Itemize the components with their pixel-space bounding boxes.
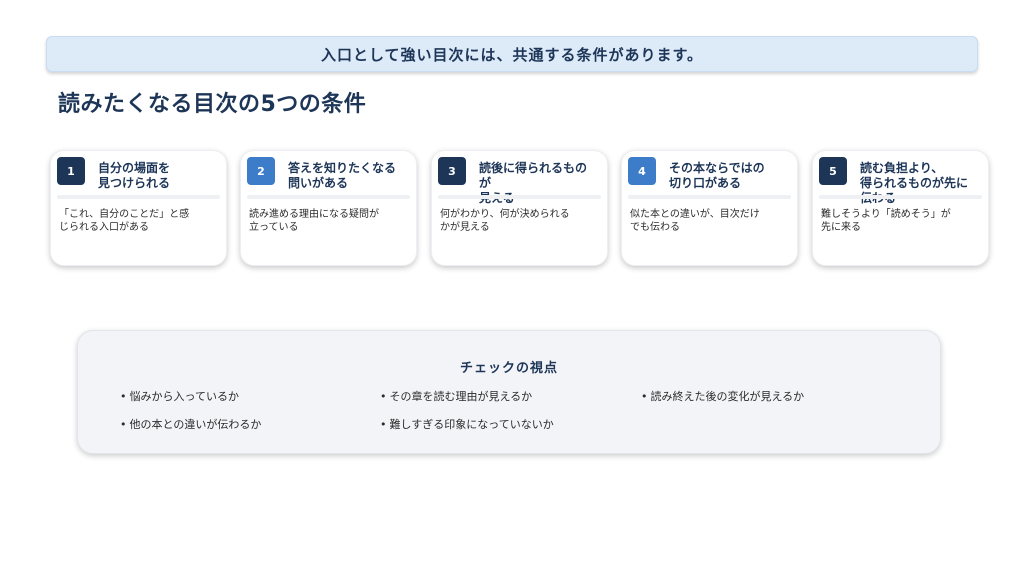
card-divider xyxy=(628,195,791,199)
check-list-item: • 読み終えた後の変化が見えるか xyxy=(641,390,804,404)
card-divider xyxy=(819,195,982,199)
card-divider xyxy=(438,195,601,199)
card-number-badge: 2 xyxy=(247,157,275,185)
card-number-badge: 1 xyxy=(57,157,85,185)
condition-card-2: 2 答えを知りたくなる 問いがある 読み進める理由になる疑問が 立っている xyxy=(240,150,417,266)
check-panel-title: チェックの視点 xyxy=(459,361,558,376)
card-description: 読み進める理由になる疑問が 立っている xyxy=(249,209,379,233)
check-list-item: • 悩みから入っているか xyxy=(120,390,239,404)
bullet-icon: • xyxy=(120,418,127,431)
check-item-text: 読み終えた後の変化が見えるか xyxy=(650,390,805,403)
card-number-badge: 5 xyxy=(819,157,847,185)
check-item-text: 難しすぎる印象になっていないか xyxy=(389,418,554,431)
card-description: 難しそうより「読めそう」が 先に来る xyxy=(821,209,951,233)
bullet-icon: • xyxy=(380,418,387,431)
check-list-item: • 難しすぎる印象になっていないか xyxy=(380,418,554,432)
bullet-icon: • xyxy=(120,390,127,403)
condition-cards: 1 自分の場面を 見つけられる 「これ、自分のことだ」と感 じられる入口がある … xyxy=(50,150,990,266)
card-description: 似た本との違いが、目次だけ でも伝わる xyxy=(630,209,760,233)
card-number-badge: 3 xyxy=(438,157,466,185)
condition-card-1: 1 自分の場面を 見つけられる 「これ、自分のことだ」と感 じられる入口がある xyxy=(50,150,227,266)
check-item-text: その章を読む理由が見えるか xyxy=(389,390,533,403)
banner-text: 入口として強い目次には、共通する条件があります。 xyxy=(320,45,704,64)
card-number-badge: 4 xyxy=(628,157,656,185)
check-list-item: • 他の本との違いが伝わるか xyxy=(120,418,261,432)
card-heading: 読後に得られるもの が 見える xyxy=(479,161,588,205)
card-heading: 自分の場面を 見つけられる xyxy=(98,161,171,190)
card-description: 「これ、自分のことだ」と感 じられる入口がある xyxy=(59,209,190,233)
card-heading: その本ならではの 切り口がある xyxy=(669,161,765,190)
bullet-icon: • xyxy=(380,390,387,403)
check-list-item: • その章を読む理由が見えるか xyxy=(380,390,532,404)
card-divider xyxy=(57,195,220,199)
check-panel: チェックの視点 • 悩みから入っているか • その章を読む理由が見えるか • 読み終え… xyxy=(77,330,941,454)
check-item-text: 悩みから入っているか xyxy=(129,390,239,403)
check-item-text: 他の本との違いが伝わるか xyxy=(129,418,262,431)
condition-card-3: 3 読後に得られるもの が 見える 何がわかり、何が決められる かが見える xyxy=(431,150,608,266)
page-title: 読みたくなる目次の5つの条件 xyxy=(58,92,367,117)
bullet-icon: • xyxy=(641,390,648,403)
card-heading: 読む負担より、 得られるものが先に 伝わる xyxy=(860,161,969,205)
condition-card-4: 4 その本ならではの 切り口がある 似た本との違いが、目次だけ でも伝わる xyxy=(621,150,798,266)
top-banner: 入口として強い目次には、共通する条件があります。 xyxy=(46,36,978,72)
condition-card-5: 5 読む負担より、 得られるものが先に 伝わる 難しそうより「読めそう」が 先に… xyxy=(812,150,989,266)
card-divider xyxy=(247,195,410,199)
card-description: 何がわかり、何が決められる かが見える xyxy=(440,209,570,233)
card-heading: 答えを知りたくなる 問いがある xyxy=(288,161,397,190)
